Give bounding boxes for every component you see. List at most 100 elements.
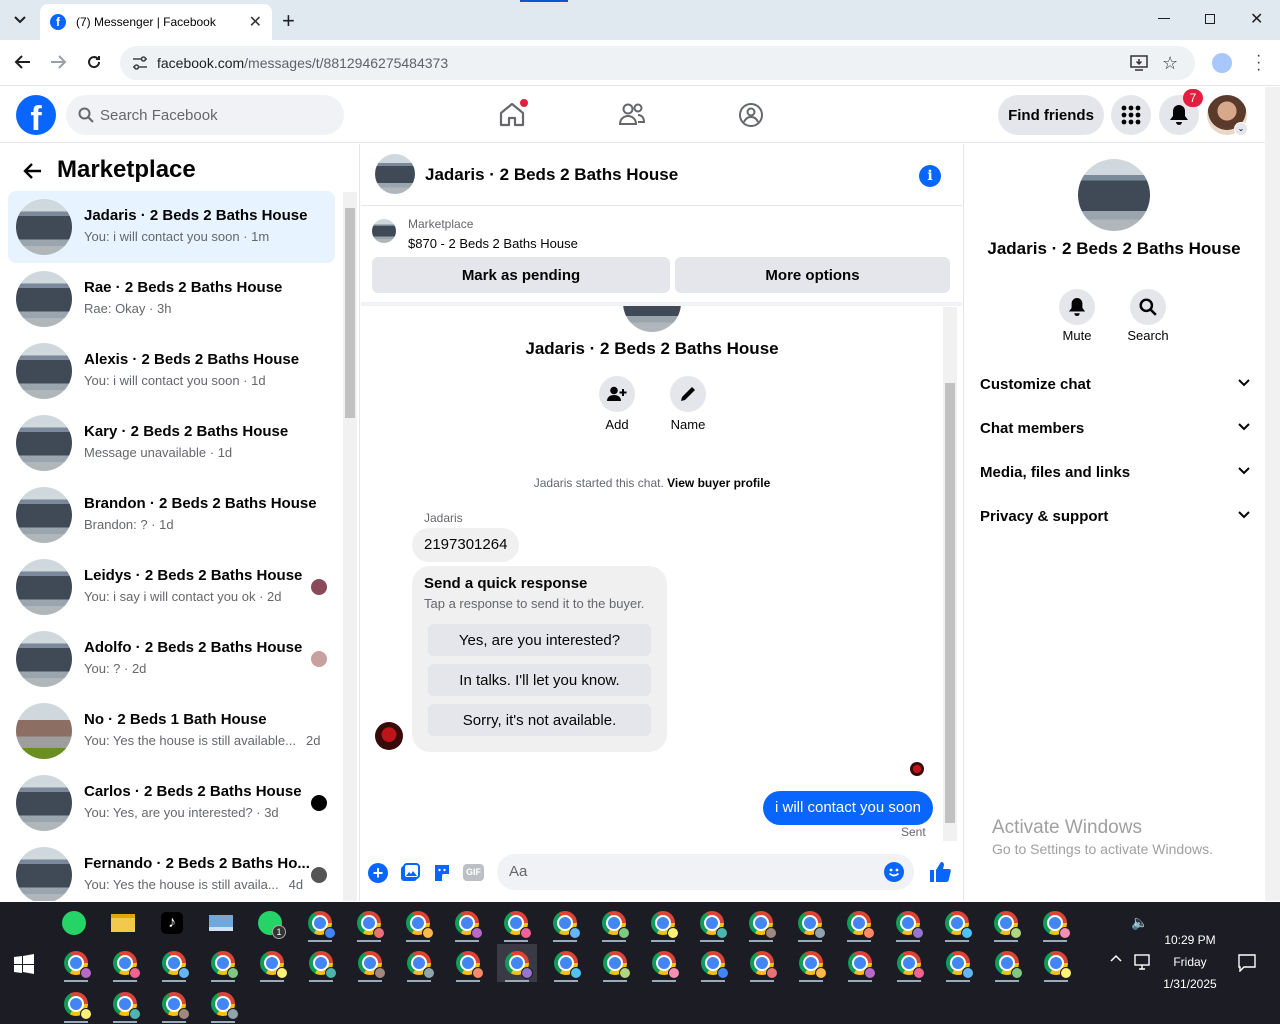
conversation-item[interactable]: Fernando · 2 Beds 2 Baths Ho... You: Yes …	[8, 839, 335, 901]
profile-icon[interactable]	[1212, 53, 1232, 73]
page-scrollbar[interactable]	[1265, 87, 1280, 901]
chat-title[interactable]: Jadaris · 2 Beds 2 Baths House	[425, 165, 678, 185]
chrome-taskbar-icon[interactable]	[398, 904, 438, 942]
customize-chat-section[interactable]: Customize chat	[980, 376, 1250, 393]
more-options-button[interactable]: More options	[675, 257, 950, 293]
media-files-links-section[interactable]: Media, files and links	[980, 464, 1250, 481]
back-icon[interactable]	[13, 54, 31, 70]
chrome-taskbar-icon[interactable]	[496, 904, 536, 942]
conversation-item[interactable]: Alexis · 2 Beds 2 Baths House You: i will…	[8, 335, 335, 407]
start-button[interactable]	[14, 954, 34, 974]
chrome-taskbar-icon[interactable]	[937, 904, 977, 942]
groups-nav-icon[interactable]	[738, 102, 764, 128]
chrome-taskbar-icon[interactable]	[105, 985, 145, 1023]
conversation-item[interactable]: Jadaris · 2 Beds 2 Baths House You: i wil…	[8, 191, 335, 263]
chrome-taskbar-icon[interactable]	[300, 904, 340, 942]
incoming-message-bubble[interactable]: 2197301264	[412, 528, 520, 562]
chrome-taskbar-icon[interactable]	[350, 944, 390, 982]
chrome-taskbar-icon[interactable]	[546, 944, 586, 982]
menu-grid-button[interactable]	[1111, 95, 1151, 135]
home-nav-icon[interactable]	[498, 99, 528, 127]
info-icon[interactable]: i	[919, 165, 941, 187]
network-icon[interactable]	[1133, 954, 1151, 970]
info-avatar[interactable]	[1078, 159, 1150, 231]
facebook-logo-icon[interactable]: f	[16, 95, 56, 135]
mute-button[interactable]	[1059, 289, 1095, 325]
chrome-taskbar-icon[interactable]	[154, 985, 194, 1023]
listing-thumbnail[interactable]	[372, 219, 396, 243]
conversation-item[interactable]: Leidys · 2 Beds 2 Baths House You: i say …	[8, 551, 335, 623]
chrome-taskbar-icon[interactable]	[644, 944, 684, 982]
chrome-taskbar-icon[interactable]	[692, 904, 732, 942]
chrome-taskbar-icon[interactable]	[1035, 904, 1075, 942]
forward-icon[interactable]	[50, 54, 68, 70]
whatsapp-icon[interactable]	[54, 904, 94, 942]
search-chat-button[interactable]	[1130, 289, 1166, 325]
tab-close-icon[interactable]: ✕	[249, 12, 262, 32]
chat-members-section[interactable]: Chat members	[980, 420, 1250, 437]
file-explorer-icon[interactable]	[103, 904, 143, 942]
conversation-item[interactable]: Brandon · 2 Beds 2 Baths House Brandon: ?…	[8, 479, 335, 551]
view-buyer-profile-link[interactable]: View buyer profile	[667, 476, 770, 490]
tiktok-icon[interactable]: ♪	[152, 904, 192, 942]
chrome-taskbar-icon[interactable]	[595, 944, 635, 982]
volume-icon[interactable]: 🔈	[1131, 914, 1148, 931]
tray-expand-icon[interactable]	[1110, 954, 1122, 962]
conversation-item[interactable]: No · 2 Beds 1 Bath House You: Yes the hou…	[8, 695, 335, 767]
chrome-taskbar-icon[interactable]	[301, 944, 341, 982]
quick-response-talks-button[interactable]: In talks. I'll let you know.	[428, 664, 651, 696]
notification-center-icon[interactable]	[1238, 954, 1256, 972]
reload-icon[interactable]	[86, 54, 102, 70]
list-scrollbar-thumb[interactable]	[345, 208, 355, 418]
chrome-taskbar-icon[interactable]	[399, 944, 439, 982]
chrome-taskbar-icon[interactable]	[447, 904, 487, 942]
listing-text[interactable]: $870 - 2 Beds 2 Baths House	[408, 236, 578, 251]
conversation-item[interactable]: Kary · 2 Beds 2 Baths House Message unava…	[8, 407, 335, 479]
browser-menu-icon[interactable]: · · ·	[1256, 48, 1261, 78]
chrome-taskbar-icon[interactable]	[349, 904, 389, 942]
chrome-taskbar-icon[interactable]	[203, 985, 243, 1023]
laptop-app-icon[interactable]	[201, 904, 241, 942]
gif-icon[interactable]: GIF	[463, 864, 484, 881]
outgoing-message-bubble[interactable]: i will contact you soon	[763, 791, 933, 825]
chrome-taskbar-icon[interactable]	[839, 904, 879, 942]
quick-response-sorry-button[interactable]: Sorry, it's not available.	[428, 704, 651, 736]
quick-response-yes-button[interactable]: Yes, are you interested?	[428, 624, 651, 656]
photo-icon[interactable]	[400, 863, 420, 883]
chrome-taskbar-icon[interactable]	[790, 904, 830, 942]
url-field[interactable]: facebook.com /messages/t/881294627548437…	[120, 46, 1195, 80]
chrome-taskbar-icon[interactable]	[741, 904, 781, 942]
search-facebook-input[interactable]: Search Facebook	[66, 95, 344, 135]
new-tab-button[interactable]: +	[282, 8, 295, 34]
chrome-taskbar-icon[interactable]	[203, 944, 243, 982]
list-scrollbar[interactable]	[343, 192, 357, 901]
window-close-button[interactable]: ✕	[1250, 9, 1263, 29]
minimize-button[interactable]	[1158, 18, 1170, 19]
chrome-taskbar-icon[interactable]	[56, 985, 96, 1023]
conversation-item[interactable]: Carlos · 2 Beds 2 Baths House You: Yes, a…	[8, 767, 335, 839]
add-people-button[interactable]	[599, 376, 635, 412]
account-avatar[interactable]: ⌄	[1207, 95, 1248, 136]
chrome-taskbar-icon[interactable]	[742, 944, 782, 982]
chrome-taskbar-icon[interactable]	[252, 944, 292, 982]
restore-button[interactable]	[1205, 14, 1215, 24]
conversation-item[interactable]: Rae · 2 Beds 2 Baths House Rae: Okay · 3h	[8, 263, 335, 335]
like-thumb-icon[interactable]	[929, 861, 951, 883]
emoji-icon[interactable]	[884, 862, 904, 882]
site-info-icon[interactable]	[132, 56, 148, 70]
chrome-taskbar-icon[interactable]	[987, 944, 1027, 982]
chrome-taskbar-icon[interactable]	[545, 904, 585, 942]
sticker-icon[interactable]	[432, 863, 452, 883]
chrome-taskbar-icon[interactable]	[791, 944, 831, 982]
back-arrow-icon[interactable]	[22, 162, 42, 180]
browser-tab[interactable]: f (7) Messenger | Facebook ✕	[40, 4, 272, 40]
tab-search-button[interactable]	[8, 8, 32, 32]
name-button[interactable]	[670, 376, 706, 412]
friends-nav-icon[interactable]	[618, 102, 646, 126]
chrome-taskbar-icon[interactable]	[154, 944, 194, 982]
plus-actions-icon[interactable]: +	[368, 863, 388, 883]
chrome-taskbar-icon[interactable]	[693, 944, 733, 982]
notifications-button[interactable]: 7	[1159, 89, 1203, 135]
chat-scrollbar-thumb[interactable]	[945, 383, 955, 823]
chrome-taskbar-icon[interactable]	[889, 944, 929, 982]
